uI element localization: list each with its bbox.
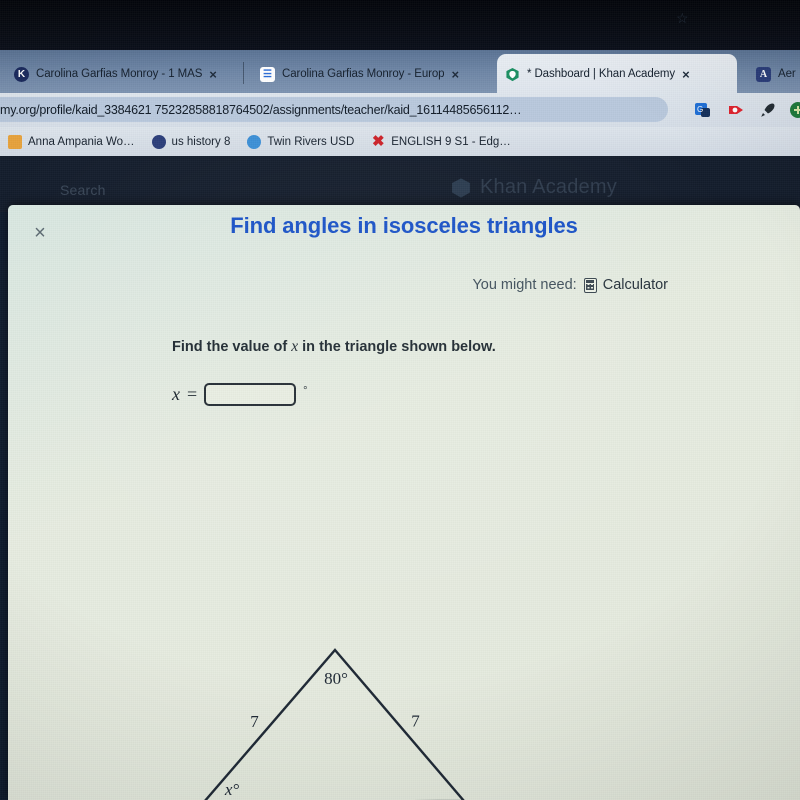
bookmark-label: ENGLISH 9 S1 - Edg… — [391, 135, 511, 148]
tab-close-icon[interactable]: × — [451, 68, 459, 81]
rocket-extension-icon[interactable] — [759, 101, 777, 119]
cloud-bookmark-icon — [247, 134, 262, 149]
answer-input[interactable] — [204, 383, 297, 406]
bookmarks-bar: Anna Ampania Wo… us history 8 Twin River… — [0, 127, 800, 156]
browser-tab-title: Aer — [778, 68, 796, 80]
browser-tab-title: * Dashboard | Khan Academy — [527, 68, 676, 80]
aeries-icon: A — [756, 66, 771, 82]
bookmark-label: Twin Rivers USD — [267, 135, 355, 148]
equals-sign: = — [187, 384, 198, 404]
bookmark-item[interactable]: ✖ ENGLISH 9 S1 - Edg… — [371, 132, 511, 150]
browser-tab-title: Carolina Garfias Monroy - 1 MAS — [36, 68, 203, 80]
answer-row: x = ° — [172, 383, 308, 406]
browser-tab-2[interactable]: ☰ Carolina Garfias Monroy - Europ × — [252, 54, 490, 94]
right-side-label: 7 — [411, 712, 420, 731]
browser-tab-3-active[interactable]: * Dashboard | Khan Academy × — [497, 54, 737, 94]
triangle-figure: 80° 7 7 x° 9 — [178, 630, 498, 800]
bookmark-label: us history 8 — [171, 135, 231, 148]
bookmark-item[interactable]: us history 8 — [151, 134, 231, 149]
page-title: Find angles in isosceles triangles — [230, 213, 578, 238]
khan-academy-logo[interactable]: Khan Academy — [450, 176, 617, 199]
profile-avatar-icon[interactable] — [789, 101, 800, 119]
globe-bookmark-icon — [151, 134, 166, 149]
browser-tab-1[interactable]: K Carolina Garfias Monroy - 1 MAS × — [6, 54, 234, 94]
url-text: my.org/profile/kaid_3384621 752328588187… — [0, 102, 522, 117]
calculator-link[interactable]: Calculator — [583, 277, 668, 293]
degree-unit-label: ° — [303, 385, 308, 397]
x-red-bookmark-icon: ✖ — [371, 132, 385, 150]
browser-tab-strip: K Carolina Garfias Monroy - 1 MAS × ☰ Ca… — [0, 50, 800, 94]
you-might-need-row: You might need: Calculator — [472, 277, 668, 293]
question-suffix: in the triangle shown below. — [302, 339, 496, 355]
khan-academy-brand-text: Khan Academy — [480, 176, 617, 198]
translate-extension-icon[interactable]: G — [694, 101, 712, 119]
left-side-label: 7 — [250, 712, 259, 731]
bookmark-star-icon[interactable]: ☆ — [676, 10, 689, 27]
tab-divider — [243, 62, 244, 84]
browser-tab-title: Carolina Garfias Monroy - Europ — [282, 68, 445, 80]
search-input[interactable]: Search — [60, 182, 106, 198]
you-might-need-label: You might need: — [472, 277, 577, 293]
bookmark-item[interactable]: Twin Rivers USD — [247, 134, 355, 149]
google-docs-icon: ☰ — [260, 66, 275, 82]
calculator-icon — [583, 277, 597, 293]
base-angle-label: x° — [224, 780, 240, 799]
tab-close-icon[interactable]: × — [682, 68, 690, 81]
video-download-extension-icon[interactable] — [727, 101, 745, 119]
answer-variable-label: x — [172, 384, 180, 404]
chart-bookmark-icon — [8, 134, 22, 149]
khan-kid-icon: K — [14, 66, 29, 82]
close-icon[interactable]: × — [24, 217, 56, 249]
question-text: Find the value of x in the triangle show… — [172, 338, 496, 356]
question-prefix: Find the value of — [172, 339, 288, 355]
browser-toolbar: my.org/profile/kaid_3384621 752328588187… — [0, 93, 800, 127]
khan-academy-leaf-icon — [452, 177, 470, 198]
khan-academy-leaf-icon — [505, 67, 520, 82]
tab-close-icon[interactable]: × — [209, 68, 217, 81]
bookmark-item[interactable]: Anna Ampania Wo… — [8, 134, 135, 149]
calculator-label: Calculator — [602, 277, 668, 293]
address-bar[interactable]: my.org/profile/kaid_3384621 752328588187… — [0, 97, 668, 122]
question-variable: x — [291, 338, 299, 355]
exercise-modal: × Find angles in isosceles triangles You… — [8, 205, 800, 800]
svg-text:G: G — [697, 105, 703, 114]
bookmark-label: Anna Ampania Wo… — [28, 135, 135, 148]
browser-tab-4[interactable]: A Aer — [748, 54, 800, 94]
screenshot-root: K Carolina Garfias Monroy - 1 MAS × ☰ Ca… — [0, 0, 800, 800]
apex-angle-label: 80° — [324, 669, 348, 688]
khan-academy-navbar — [0, 156, 800, 212]
